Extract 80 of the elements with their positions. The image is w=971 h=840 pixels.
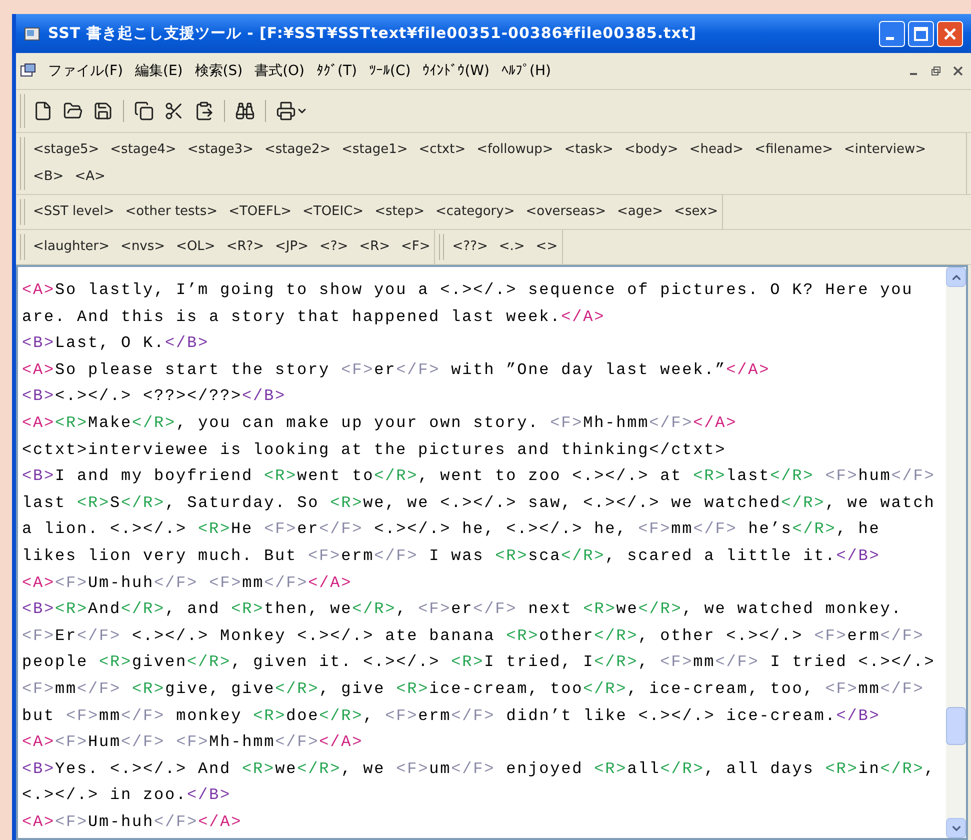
tag-button[interactable]: <age> [617,205,664,219]
tag-button[interactable]: <SST level> [33,205,114,219]
tag-button[interactable]: <sex> [674,205,718,219]
close-icon[interactable] [953,66,963,76]
text-line: <F>Er</F> <.></.> Monkey <.></.> ate banana <R>other</R>, other <.></.> <F>erm</F> [22,626,924,647]
tag-button[interactable]: <??> [452,240,488,254]
menu-item[interactable]: 書式(O) [254,60,305,82]
tag-button[interactable]: <> [536,240,558,254]
tag-button[interactable]: <stage5> [33,143,100,157]
tag-button[interactable]: <stage4> [110,143,176,157]
text-line: are. And this is a story that happened last week.</A> [22,306,606,328]
save-icon[interactable] [93,101,113,121]
text-line: <A>So lastly, I’m going to show you a <.></.> sequence of pictures. O K? Here you [22,280,914,301]
minimize-icon[interactable] [879,20,905,46]
text-line: <B>I and my boyfriend <R>went to</R>, went to zoo <.></.> at <R>last</R> <F>hum</F> [22,466,936,488]
tag-button[interactable]: <stage1> [342,143,408,157]
tag-button[interactable]: <laughter> [33,240,110,254]
tag-button[interactable]: <R> [359,240,390,254]
tag-button[interactable]: <F> [401,240,430,254]
app-icon [24,26,40,42]
paste-icon[interactable] [194,101,214,121]
new-file-icon[interactable] [33,101,53,121]
menu-item[interactable]: ﾂｰﾙ(C) [369,60,411,82]
text-line: but <F>mm</F> monkey <R>doe</R>, <F>erm</F> didn’t like <.></.> ice-cream.</B> [22,706,880,726]
text-line: <A><R>Make</R>, you can make up your own story. <F>Mh-hmm</F></A> [22,412,738,434]
tag-button[interactable]: <other tests> [125,205,218,219]
text-line: <B><R>And</R>, and <R>then, we</R>, <F>er</F> next <R>we</R>, we watched monkey. [22,599,902,620]
tag-button[interactable]: <nvs> [120,240,166,254]
tag-button[interactable]: <ctxt> [418,143,466,157]
tag-button[interactable]: <?> [320,240,348,254]
text-line: <B>Yes. <.></.> And <R>we</R>, we <F>um</F> enjoyed <R>all</R>, all days <R>in</R>, [22,758,936,780]
text-line: <F>mm</F> <R>give, give</R>, give <R>ice-cream, too</R>, ice-cream, too, <F>mm</F> [22,678,924,700]
text-line: <A><F>Um-huh</F></A> [22,812,242,833]
tag-button[interactable]: <filename> [754,143,834,157]
text-line: <A><F>Um-huh</F> <F>mm</F></A> [22,572,352,594]
text-line: a lion. <.></.> <R>He <F>er</F> <.></.> he, <.></.> he, <F>mm</F> he’s</R>, he [22,519,880,540]
menu-item[interactable]: 検索(S) [194,60,243,82]
menu-item[interactable]: 編集(E) [134,60,183,82]
tag-button[interactable]: <TOEFL> [228,205,292,219]
tag-button[interactable]: <stage3> [187,143,254,157]
tag-button[interactable]: <R?> [226,240,264,254]
tag-button[interactable]: <followup> [476,143,554,157]
text-line: last <R>S</R>, Saturday. So <R>we, we <.></.> saw, <.></.> we watched</R>, we watch [22,492,936,514]
scissors-icon[interactable] [164,101,184,121]
tag-button[interactable]: <B> [33,170,64,184]
tag-button[interactable]: <OL> [176,240,216,254]
menu-item[interactable]: ﾀｸﾞ(T) [316,60,358,82]
tag-button[interactable]: <stage2> [264,143,331,157]
text-line: likes lion very much. But <F>erm</F> I was <R>sca</R>, scared a little it.</B> [22,546,880,567]
maximize-icon[interactable] [908,20,934,46]
tag-button[interactable]: <TOEIC> [302,205,364,219]
tag-button[interactable]: <body> [624,143,678,157]
menu-item[interactable]: ｳｲﾝﾄﾞｳ(W) [422,60,490,82]
tag-button[interactable]: <head> [689,143,744,157]
text-line: people <R>given</R>, given it. <.></.> <R>I tried, I</R>, <F>mm</F> I tried <.></.> [22,652,936,674]
printer-icon[interactable] [276,101,296,121]
tag-button[interactable]: <.> [498,240,525,254]
tag-button[interactable]: <step> [374,205,424,219]
tag-button[interactable]: <interview> [844,143,926,157]
menu-item[interactable]: ﾍﾙﾌﾟ(H) [502,60,551,82]
text-line: <A><F>Hum</F> <F>Mh-hmm</F></A> [22,732,364,754]
copy-icon[interactable] [134,101,154,121]
tag-button[interactable]: <category> [435,205,515,219]
document-icon[interactable] [20,63,36,79]
text-line: <.></.> in zoo.</B> [22,785,232,806]
tag-button[interactable]: <overseas> [526,205,606,219]
binoculars-icon[interactable] [235,101,255,121]
text-line: <B><.></.> <??></??></B> [22,386,286,408]
tag-button[interactable]: <A> [74,170,106,184]
text-line: <A>So please start the story <F>er</F> with ”One day last week.”</A> [22,360,770,381]
open-folder-icon[interactable] [63,101,83,121]
vertical-scrollbar[interactable] [946,267,966,838]
text-line: <B>Last, O K.</B> [22,333,210,354]
text-line: <ctxt>interviewee is looking at the pictures and thinking</ctxt> [22,440,726,461]
tag-button[interactable]: <JP> [275,240,308,254]
menu-item[interactable]: ファイル(F) [48,60,123,82]
window-title: SST 書き起こし支援ツール - [F:¥SST¥SSTtext¥file00351-00386¥file00385.txt] [48,23,696,44]
scroll-thumb[interactable] [946,707,966,745]
restore-icon[interactable] [931,66,941,76]
tag-button[interactable]: <task> [564,143,614,157]
